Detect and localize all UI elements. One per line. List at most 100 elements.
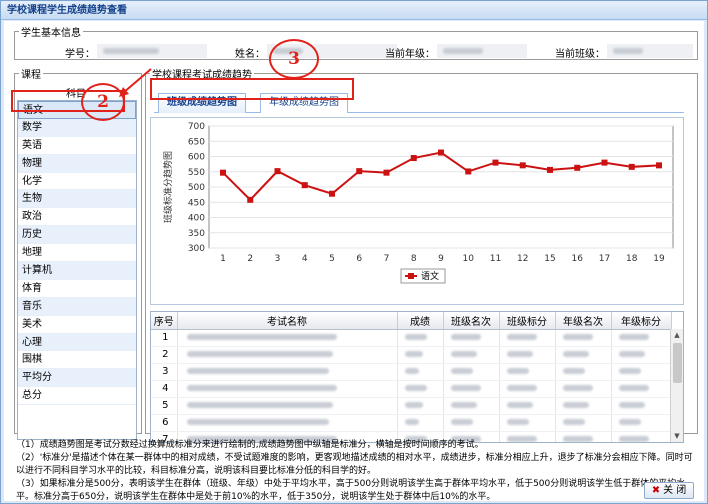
row-cell-redacted: [397, 363, 444, 381]
course-item[interactable]: 生物: [18, 190, 136, 209]
grade-label: 当前年级：: [385, 49, 435, 60]
row-cell-redacted: [177, 346, 398, 364]
table-row[interactable]: 4: [151, 380, 672, 398]
legend-marker: [408, 273, 414, 279]
legend-label: 语文: [421, 270, 439, 282]
row-cell-redacted: [555, 414, 612, 432]
data-point: [220, 169, 226, 176]
x-tick-label: 11: [490, 254, 501, 264]
trend-chart: 300 350 400 450 500 550 600 650 700 1 2 3 4 5 6 7 8 9 10 11…: [150, 117, 684, 305]
table-header-cell[interactable]: 年级标分: [611, 312, 672, 330]
row-index: 2: [151, 346, 178, 364]
trend-chart-svg: 3003504004505005506006507001 2 3 4 5 6 7 8 9 10 11…: [162, 122, 674, 284]
row-cell-redacted: [177, 380, 398, 398]
row-index: 6: [151, 414, 178, 432]
row-cell-redacted: [611, 397, 672, 415]
course-item[interactable]: 地理: [18, 244, 136, 263]
y-tick-label: 700: [188, 122, 205, 132]
row-cell-redacted: [499, 363, 556, 381]
y-tick-label: 300: [188, 244, 205, 254]
data-point: [465, 168, 472, 175]
x-tick-label: 4: [302, 254, 308, 264]
row-cell-redacted: [555, 329, 612, 347]
course-item[interactable]: 英语: [18, 137, 136, 155]
scroll-up-icon[interactable]: ▲: [671, 329, 683, 341]
row-cell-redacted: [177, 329, 398, 347]
course-item[interactable]: 化学: [18, 173, 136, 191]
x-tick-label: 7: [384, 254, 390, 264]
row-cell-redacted: [499, 397, 556, 415]
data-point: [247, 196, 254, 203]
course-item[interactable]: 音乐: [18, 297, 136, 316]
data-point: [438, 149, 444, 156]
x-tick-label: 10: [463, 254, 475, 264]
table-header-cell[interactable]: 年级名次: [555, 312, 612, 330]
course-item[interactable]: 围棋: [18, 351, 136, 370]
student-id-label: 学号：: [65, 49, 95, 60]
data-point: [329, 190, 335, 197]
row-cell-redacted: [397, 346, 444, 364]
table-header-cell[interactable]: 班级标分: [499, 312, 556, 330]
row-cell-redacted: [443, 329, 500, 347]
table-scrollbar[interactable]: ▲ ▼: [670, 329, 683, 442]
course-item[interactable]: 美术: [18, 316, 136, 334]
scroll-thumb[interactable]: [673, 343, 682, 383]
row-cell-redacted: [611, 346, 672, 364]
y-axis-label: 班级标准分趋势图: [162, 151, 174, 223]
course-item[interactable]: 计算机: [18, 262, 136, 280]
table-header-cell[interactable]: 班级名次: [443, 312, 500, 330]
row-cell-redacted: [611, 329, 672, 347]
y-tick-label: 500: [188, 183, 205, 193]
x-tick-label: 19: [653, 254, 665, 264]
table-row[interactable]: 2: [151, 346, 672, 364]
table-row[interactable]: 5: [151, 397, 672, 415]
x-tick-label: 2: [247, 254, 253, 264]
x-tick-label: 15: [544, 254, 555, 264]
data-point: [628, 163, 635, 170]
course-item[interactable]: 物理: [18, 154, 136, 173]
row-index: 3: [151, 363, 178, 381]
row-cell-redacted: [443, 414, 500, 432]
row-cell-redacted: [499, 414, 556, 432]
basic-info-row: 学号： 姓名： 当前年级： 当前班级：: [15, 43, 695, 61]
data-point: [410, 155, 417, 162]
row-cell-redacted: [611, 363, 672, 381]
table-row[interactable]: 6: [151, 414, 672, 432]
y-tick-label: 600: [188, 153, 205, 163]
table-row[interactable]: 1: [151, 329, 672, 347]
table-header-cell[interactable]: 成绩: [397, 312, 444, 330]
course-item[interactable]: 政治: [18, 208, 136, 227]
course-item[interactable]: 平均分: [18, 369, 136, 388]
y-tick-label: 450: [188, 198, 205, 208]
course-item[interactable]: 心理: [18, 333, 136, 352]
x-tick-label: 18: [626, 254, 638, 264]
close-button[interactable]: ✖ 关 闭: [644, 482, 694, 499]
course-legend: 课程: [21, 70, 41, 81]
x-tick-label: 12: [517, 254, 528, 264]
row-index: 5: [151, 397, 178, 415]
table-row[interactable]: 3: [151, 363, 672, 381]
data-point: [601, 159, 608, 166]
row-cell-redacted: [443, 363, 500, 381]
x-tick-label: 9: [438, 254, 444, 264]
data-point: [492, 159, 499, 166]
notes: （1）成绩趋势图是考试分数经过换算成标准分来进行绘制的,成绩趋势图中纵轴是标准分…: [16, 439, 700, 504]
row-cell-redacted: [397, 380, 444, 398]
data-point: [519, 162, 526, 169]
window-title: 学校课程学生成绩趋势查看: [1, 1, 707, 20]
row-cell-redacted: [177, 363, 398, 381]
course-item[interactable]: 数学: [18, 118, 136, 137]
table-header-cell[interactable]: 考试名称: [177, 312, 398, 330]
x-tick-label: 16: [572, 254, 584, 264]
y-tick-label: 400: [188, 214, 205, 224]
close-label: 关 闭: [663, 485, 687, 496]
exam-table: 序号考试名称成绩班级名次班级标分年级名次年级标分 12345678 ▲ ▼: [150, 311, 684, 443]
x-tick-label: 5: [329, 254, 335, 264]
table-header-cell[interactable]: 序号: [151, 312, 178, 330]
course-item[interactable]: 体育: [18, 280, 136, 298]
course-item[interactable]: 历史: [18, 226, 136, 245]
main-window: 学校课程学生成绩趋势查看 学生基本信息 学号： 姓名： 当前年级： 当前班级： …: [0, 0, 708, 504]
course-item[interactable]: 总分: [18, 387, 136, 406]
row-index: 1: [151, 329, 178, 347]
data-point: [274, 168, 281, 175]
